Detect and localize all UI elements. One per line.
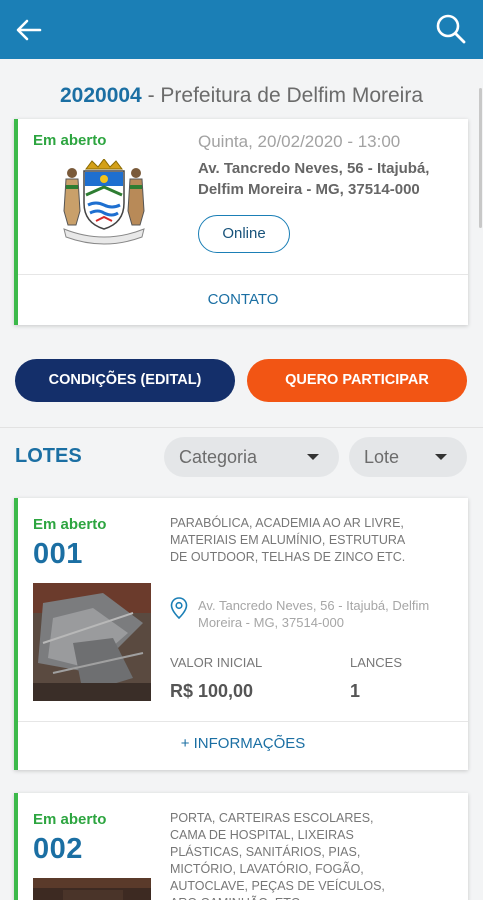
lot-photo-image: [33, 583, 151, 701]
lot-card[interactable]: Em aberto 002 PORTA, CARTEIRAS ESCOLARES…: [14, 793, 468, 900]
lot-filter-dropdown[interactable]: Lote: [349, 437, 467, 477]
initial-value-label: VALOR INICIAL: [170, 655, 263, 670]
lot-number: 002: [33, 833, 83, 865]
section-divider: [0, 427, 483, 428]
scrollbar[interactable]: [479, 88, 482, 228]
more-info-button[interactable]: + INFORMAÇÕES: [18, 721, 468, 770]
participate-button[interactable]: QUERO PARTICIPAR: [247, 359, 467, 402]
lot-number: 001: [33, 538, 83, 570]
lot-card[interactable]: Em aberto 001 PARABÓLICA, ACADEMIA AO AR…: [14, 498, 468, 770]
auction-code: 2020004: [59, 84, 142, 107]
online-badge[interactable]: Online: [198, 215, 290, 253]
lot-description: PARABÓLICA, ACADEMIA AO AR LIVRE, MATERI…: [170, 516, 406, 564]
lot-photo[interactable]: [33, 878, 151, 900]
arrow-left-icon[interactable]: [14, 15, 44, 45]
lot-description: PORTA, CARTEIRAS ESCOLARES, CAMA DE HOSP…: [170, 811, 385, 900]
app-bar: [0, 0, 483, 59]
bids-label: LANCES: [350, 655, 403, 670]
auction-info-card: Em aberto Quinta, 20/02/2020 - 13:00 Av.…: [14, 119, 468, 325]
location-pin-icon: [170, 597, 188, 619]
lot-status-badge: Em aberto: [33, 811, 107, 828]
lot-photo-image: [33, 878, 151, 900]
title-separator: -: [141, 84, 161, 107]
caret-down-icon: [307, 454, 319, 460]
caret-down-icon: [435, 454, 447, 460]
category-filter-dropdown[interactable]: Categoria: [164, 437, 339, 477]
category-filter-label: Categoria: [179, 447, 258, 467]
initial-value: R$ 100,00: [170, 681, 254, 701]
lot-filter-label: Lote: [364, 447, 400, 467]
page-title: 2020004 - Prefeitura de Delfim Moreira: [0, 84, 483, 108]
contact-button[interactable]: CONTATO: [18, 274, 468, 325]
search-icon[interactable]: [435, 13, 467, 45]
lot-status-badge: Em aberto: [33, 516, 107, 533]
auction-name: Prefeitura de Delfim Moreira: [160, 84, 424, 107]
lots-section-title: LOTES: [15, 445, 82, 467]
city-crest-logo: [63, 159, 145, 245]
conditions-button[interactable]: CONDIÇÕES (EDITAL): [15, 359, 235, 402]
auction-address: Av. Tancredo Neves, 56 - Itajubá, Delfim…: [198, 160, 430, 198]
status-badge: Em aberto: [33, 132, 107, 149]
lot-photo[interactable]: [33, 583, 151, 701]
auction-date: Quinta, 20/02/2020 - 13:00: [198, 132, 401, 151]
bids-count: 1: [350, 681, 361, 701]
lot-location-text: Av. Tancredo Neves, 56 - Itajubá, Delfim…: [198, 598, 430, 630]
